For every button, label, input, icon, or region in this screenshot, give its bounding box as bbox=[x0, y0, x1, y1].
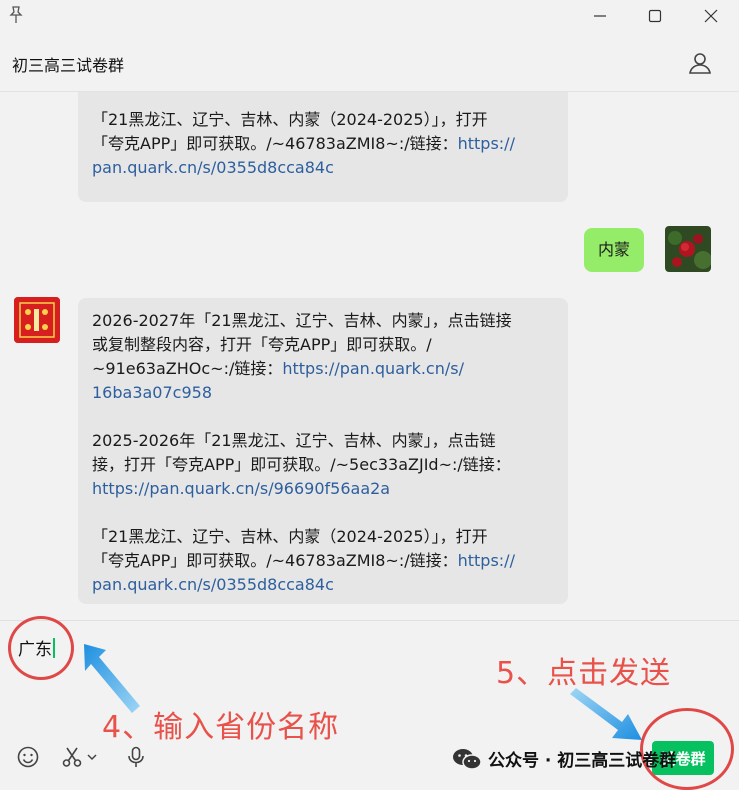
annotation-ring-input bbox=[8, 616, 74, 680]
chat-header: 初三高三试卷群 bbox=[0, 36, 739, 92]
message-line: 「夸克APP」即可获取。/~46783aZMI8~:/链接： bbox=[92, 551, 458, 570]
message-line: 或复制整段内容，打开「夸克APP」即可获取。/ bbox=[92, 335, 432, 354]
message-line: 接，打开「夸克APP」即可获取。/~5ec33aZJId~:/链接： bbox=[92, 455, 511, 474]
chat-title: 初三高三试卷群 bbox=[12, 56, 125, 75]
annotation-step4: 4、输入省份名称 bbox=[102, 710, 340, 745]
scissors-icon[interactable] bbox=[58, 743, 86, 771]
message-link[interactable]: https:// bbox=[458, 134, 515, 153]
avatar[interactable] bbox=[14, 297, 60, 343]
message-link[interactable]: 16ba3a07c958 bbox=[92, 381, 554, 405]
watermark-text: 公众号 · 初三高三试卷群 bbox=[488, 751, 677, 771]
message-line: ~91e63aZHOc~:/链接： bbox=[92, 359, 283, 378]
message-line: 「21黑龙江、辽宁、吉林、内蒙（2024-2025）」，打开 bbox=[92, 527, 488, 546]
chevron-down-icon[interactable] bbox=[84, 743, 100, 771]
message-line: 2026-2027年「21黑龙江、辽宁、吉林、内蒙」，点击链接 bbox=[92, 311, 512, 330]
watermark: 公众号 · 初三高三试卷群 bbox=[452, 746, 676, 771]
message-line: 「夸克APP」即可获取。/~46783aZMI8~:/链接： bbox=[92, 134, 458, 153]
microphone-icon[interactable] bbox=[122, 743, 150, 771]
wechat-logo-icon bbox=[453, 748, 482, 770]
message-link[interactable]: https://pan.quark.cn/s/ bbox=[282, 359, 464, 378]
maximize-icon[interactable] bbox=[632, 2, 678, 30]
title-bar bbox=[0, 0, 739, 36]
message-list[interactable]: 「21黑龙江、辽宁、吉林、内蒙（2024-2025）」，打开 「夸克APP」即可… bbox=[0, 92, 739, 620]
message-text: 内蒙 bbox=[598, 240, 631, 259]
message-link[interactable]: https://pan.quark.cn/s/96690f56aa2a bbox=[92, 477, 554, 501]
message-line: 「21黑龙江、辽宁、吉林、内蒙（2024-2025）」，打开 bbox=[92, 110, 488, 129]
avatar[interactable] bbox=[665, 226, 711, 272]
emoji-icon[interactable] bbox=[14, 743, 42, 771]
pin-icon[interactable] bbox=[6, 5, 26, 25]
minimize-icon[interactable] bbox=[577, 2, 623, 30]
message-link[interactable]: pan.quark.cn/s/0355d8cca84c bbox=[92, 156, 554, 180]
message-bubble-received[interactable]: 「21黑龙江、辽宁、吉林、内蒙（2024-2025）」，打开 「夸克APP」即可… bbox=[78, 92, 568, 202]
close-icon[interactable] bbox=[688, 2, 734, 30]
person-icon[interactable] bbox=[687, 50, 713, 76]
message-link[interactable]: pan.quark.cn/s/0355d8cca84c bbox=[92, 573, 554, 597]
message-link[interactable]: https:// bbox=[458, 551, 515, 570]
message-bubble-received[interactable]: 2026-2027年「21黑龙江、辽宁、吉林、内蒙」，点击链接 或复制整段内容，… bbox=[78, 298, 568, 604]
message-bubble-sent[interactable]: 内蒙 bbox=[584, 228, 645, 272]
annotation-arrow-send-icon bbox=[570, 688, 642, 740]
message-line: 2025-2026年「21黑龙江、辽宁、吉林、内蒙」，点击链 bbox=[92, 431, 496, 450]
